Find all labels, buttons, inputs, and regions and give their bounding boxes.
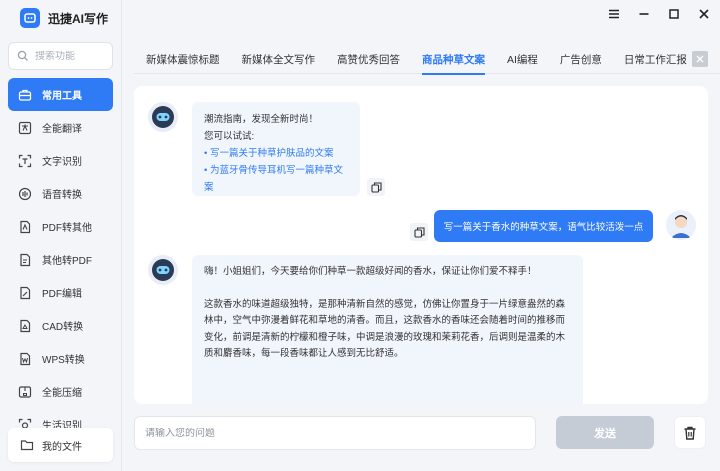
my-files-label: 我的文件	[42, 441, 82, 453]
user-avatar	[666, 210, 696, 240]
sidebar-item-label: 常用工具	[42, 91, 82, 102]
sidebar-item-label: WPS转换	[42, 355, 85, 366]
sidebar: 迅捷AI写作 常用工具 全能翻译 文字识别 语音转换 PDF转其他 其他转PDF	[0, 0, 122, 471]
sidebar-nav: 常用工具 全能翻译 文字识别 语音转换 PDF转其他 其他转PDF PDF编辑	[8, 78, 113, 441]
sidebar-item-compress[interactable]: 全能压缩	[8, 375, 113, 408]
trash-icon	[684, 426, 696, 440]
hamburger-icon	[609, 9, 619, 19]
close-window-button[interactable]	[696, 6, 712, 22]
robot-icon	[152, 106, 174, 128]
chat-panel: 潮流指南，发现全新时尚！ 您可以试试: • 写一篇关于种草护肤品的文案 • 为蓝…	[134, 86, 708, 404]
audio-icon	[18, 187, 32, 200]
maximize-button[interactable]	[666, 6, 682, 22]
cad-icon	[20, 319, 31, 332]
copy-button[interactable]	[410, 223, 428, 241]
reply-paragraph: 嗨！小姐姐们，今天要给你们种草一款超级好闻的香水，保证让你们爱不释手！	[204, 266, 537, 277]
welcome-line: 潮流指南，发现全新时尚！	[204, 114, 319, 125]
welcome-hint: 您可以试试:	[204, 131, 255, 142]
close-tab-button[interactable]	[692, 51, 708, 67]
sidebar-item-wps-convert[interactable]: WPS转换	[8, 342, 113, 375]
folder-icon	[20, 440, 34, 451]
sidebar-item-audio-convert[interactable]: 语音转换	[8, 177, 113, 210]
minimize-icon	[639, 13, 649, 15]
copy-icon	[413, 226, 425, 238]
translate-icon	[18, 121, 32, 134]
sidebar-item-translate[interactable]: 全能翻译	[8, 111, 113, 144]
tab-daily-report[interactable]: 日常工作汇报	[613, 46, 698, 74]
sidebar-item-label: 全能翻译	[42, 124, 82, 135]
suggestion-item[interactable]: • 写一篇关于种草护肤品的文案	[204, 145, 348, 162]
minimize-button[interactable]	[636, 6, 652, 22]
app-title: 迅捷AI写作	[48, 11, 109, 26]
robot-icon	[152, 259, 174, 281]
sidebar-item-label: 全能压缩	[42, 388, 82, 399]
tab-ad-creative[interactable]: 广告创意	[549, 46, 613, 74]
copy-button[interactable]	[367, 178, 385, 196]
menu-button[interactable]	[606, 6, 622, 22]
question-input[interactable]	[145, 427, 525, 439]
tab-shock-title[interactable]: 新媒体震惊标题	[134, 46, 231, 74]
tab-ai-coding[interactable]: AI编程	[496, 46, 549, 74]
my-files-button[interactable]: 我的文件	[8, 428, 113, 462]
user-message: 写一篇关于香水的种草文案，语气比较活泼一点	[434, 210, 653, 242]
user-avatar-icon	[666, 210, 696, 240]
bot-avatar	[148, 255, 178, 285]
question-input-box[interactable]	[134, 416, 536, 450]
sidebar-item-cad-convert[interactable]: CAD转换	[8, 309, 113, 342]
wps-icon	[20, 352, 31, 365]
suggestion-item[interactable]: • 为蓝牙骨传导耳机写一篇种草文案	[204, 162, 348, 196]
to-pdf-icon	[20, 253, 31, 266]
bot-reply: 嗨！小姐姐们，今天要给你们种草一款超级好闻的香水，保证让你们爱不释手！ 这款香水…	[192, 255, 583, 404]
sidebar-item-label: 其他转PDF	[42, 256, 92, 267]
sidebar-item-pdf-to-other[interactable]: PDF转其他	[8, 210, 113, 243]
search-box[interactable]	[8, 42, 113, 70]
sidebar-item-label: CAD转换	[42, 322, 84, 333]
clear-chat-button[interactable]	[674, 416, 706, 449]
reply-paragraph: 这款香水的味道超级独特，是那种清新自然的感觉，仿佛让你置身于一片绿意盎然的森林中…	[204, 298, 566, 360]
sidebar-item-text-recognition[interactable]: 文字识别	[8, 144, 113, 177]
window-controls	[606, 6, 712, 22]
close-icon	[699, 9, 709, 19]
text-scan-icon	[18, 154, 32, 167]
tab-fulltext-writing[interactable]: 新媒体全文写作	[231, 46, 327, 74]
pdf-convert-icon	[20, 220, 31, 233]
search-input[interactable]	[35, 50, 105, 62]
maximize-icon	[669, 9, 679, 19]
pdf-edit-icon	[20, 286, 31, 299]
sidebar-item-label: 语音转换	[42, 190, 82, 201]
sidebar-item-label: PDF转其他	[42, 223, 92, 234]
toolbox-icon	[18, 89, 32, 101]
feature-tabs: 新媒体震惊标题 新媒体全文写作 高赞优秀回答 商品种草文案 AI编程 广告创意 …	[134, 46, 720, 75]
search-icon	[17, 50, 28, 61]
bot-avatar	[148, 102, 178, 132]
send-button[interactable]: 发送	[556, 416, 654, 449]
sidebar-item-common-tools[interactable]: 常用工具	[8, 78, 113, 111]
welcome-message: 潮流指南，发现全新时尚！ 您可以试试: • 写一篇关于种草护肤品的文案 • 为蓝…	[192, 102, 360, 196]
brand: 迅捷AI写作	[20, 8, 108, 28]
copy-icon	[370, 181, 382, 193]
sidebar-item-label: 文字识别	[42, 157, 82, 168]
app-logo-icon	[20, 8, 40, 28]
tab-product-copy[interactable]: 商品种草文案	[411, 46, 496, 75]
compress-icon	[18, 385, 32, 398]
close-icon	[696, 55, 704, 63]
sidebar-item-pdf-edit[interactable]: PDF编辑	[8, 276, 113, 309]
sidebar-item-other-to-pdf[interactable]: 其他转PDF	[8, 243, 113, 276]
sidebar-item-label: PDF编辑	[42, 289, 82, 300]
tab-top-answers[interactable]: 高赞优秀回答	[326, 46, 411, 74]
